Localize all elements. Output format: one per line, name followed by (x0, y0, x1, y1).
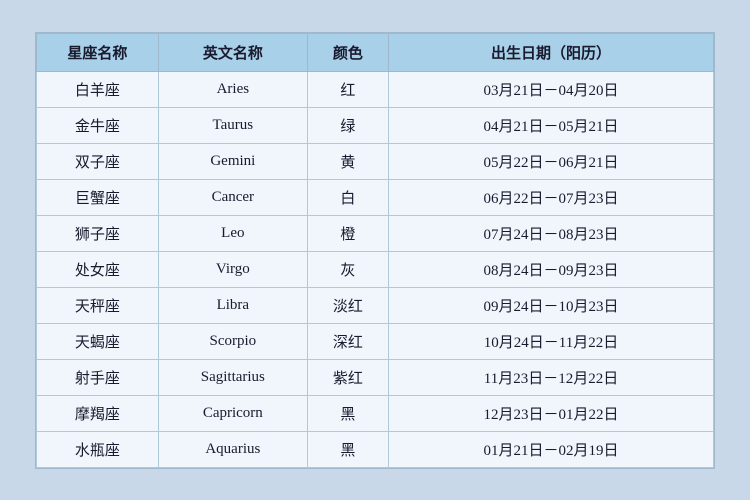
zodiac-table: 星座名称 英文名称 颜色 出生日期（阳历） 白羊座Aries红03月21日－04… (36, 33, 714, 468)
cell-date: 07月24日－08月23日 (389, 215, 714, 251)
cell-english: Leo (158, 215, 307, 251)
table-row: 狮子座Leo橙07月24日－08月23日 (37, 215, 714, 251)
cell-date: 05月22日－06月21日 (389, 143, 714, 179)
cell-date: 04月21日－05月21日 (389, 107, 714, 143)
cell-color: 淡红 (307, 287, 388, 323)
cell-color: 灰 (307, 251, 388, 287)
table-row: 处女座Virgo灰08月24日－09月23日 (37, 251, 714, 287)
table-row: 摩羯座Capricorn黑12月23日－01月22日 (37, 395, 714, 431)
cell-date: 01月21日－02月19日 (389, 431, 714, 467)
cell-color: 白 (307, 179, 388, 215)
cell-english: Cancer (158, 179, 307, 215)
cell-date: 12月23日－01月22日 (389, 395, 714, 431)
cell-english: Scorpio (158, 323, 307, 359)
header-english: 英文名称 (158, 33, 307, 71)
cell-english: Capricorn (158, 395, 307, 431)
table-row: 白羊座Aries红03月21日－04月20日 (37, 71, 714, 107)
cell-chinese: 射手座 (37, 359, 159, 395)
table-row: 巨蟹座Cancer白06月22日－07月23日 (37, 179, 714, 215)
table-row: 射手座Sagittarius紫红11月23日－12月22日 (37, 359, 714, 395)
cell-color: 深红 (307, 323, 388, 359)
table-row: 水瓶座Aquarius黑01月21日－02月19日 (37, 431, 714, 467)
zodiac-table-container: 星座名称 英文名称 颜色 出生日期（阳历） 白羊座Aries红03月21日－04… (35, 32, 715, 469)
cell-chinese: 处女座 (37, 251, 159, 287)
cell-chinese: 天蝎座 (37, 323, 159, 359)
cell-chinese: 天秤座 (37, 287, 159, 323)
cell-chinese: 水瓶座 (37, 431, 159, 467)
table-header-row: 星座名称 英文名称 颜色 出生日期（阳历） (37, 33, 714, 71)
cell-color: 红 (307, 71, 388, 107)
cell-english: Aries (158, 71, 307, 107)
cell-english: Taurus (158, 107, 307, 143)
cell-color: 橙 (307, 215, 388, 251)
cell-chinese: 摩羯座 (37, 395, 159, 431)
cell-english: Sagittarius (158, 359, 307, 395)
header-color: 颜色 (307, 33, 388, 71)
cell-color: 紫红 (307, 359, 388, 395)
cell-date: 10月24日－11月22日 (389, 323, 714, 359)
cell-english: Libra (158, 287, 307, 323)
header-chinese: 星座名称 (37, 33, 159, 71)
table-row: 天秤座Libra淡红09月24日－10月23日 (37, 287, 714, 323)
cell-chinese: 金牛座 (37, 107, 159, 143)
cell-date: 11月23日－12月22日 (389, 359, 714, 395)
cell-chinese: 巨蟹座 (37, 179, 159, 215)
cell-date: 03月21日－04月20日 (389, 71, 714, 107)
cell-chinese: 白羊座 (37, 71, 159, 107)
cell-english: Aquarius (158, 431, 307, 467)
cell-chinese: 狮子座 (37, 215, 159, 251)
cell-color: 黑 (307, 431, 388, 467)
cell-color: 黄 (307, 143, 388, 179)
cell-date: 06月22日－07月23日 (389, 179, 714, 215)
header-date: 出生日期（阳历） (389, 33, 714, 71)
cell-date: 08月24日－09月23日 (389, 251, 714, 287)
cell-chinese: 双子座 (37, 143, 159, 179)
table-row: 双子座Gemini黄05月22日－06月21日 (37, 143, 714, 179)
table-row: 金牛座Taurus绿04月21日－05月21日 (37, 107, 714, 143)
table-row: 天蝎座Scorpio深红10月24日－11月22日 (37, 323, 714, 359)
cell-english: Gemini (158, 143, 307, 179)
cell-color: 黑 (307, 395, 388, 431)
cell-color: 绿 (307, 107, 388, 143)
cell-date: 09月24日－10月23日 (389, 287, 714, 323)
cell-english: Virgo (158, 251, 307, 287)
